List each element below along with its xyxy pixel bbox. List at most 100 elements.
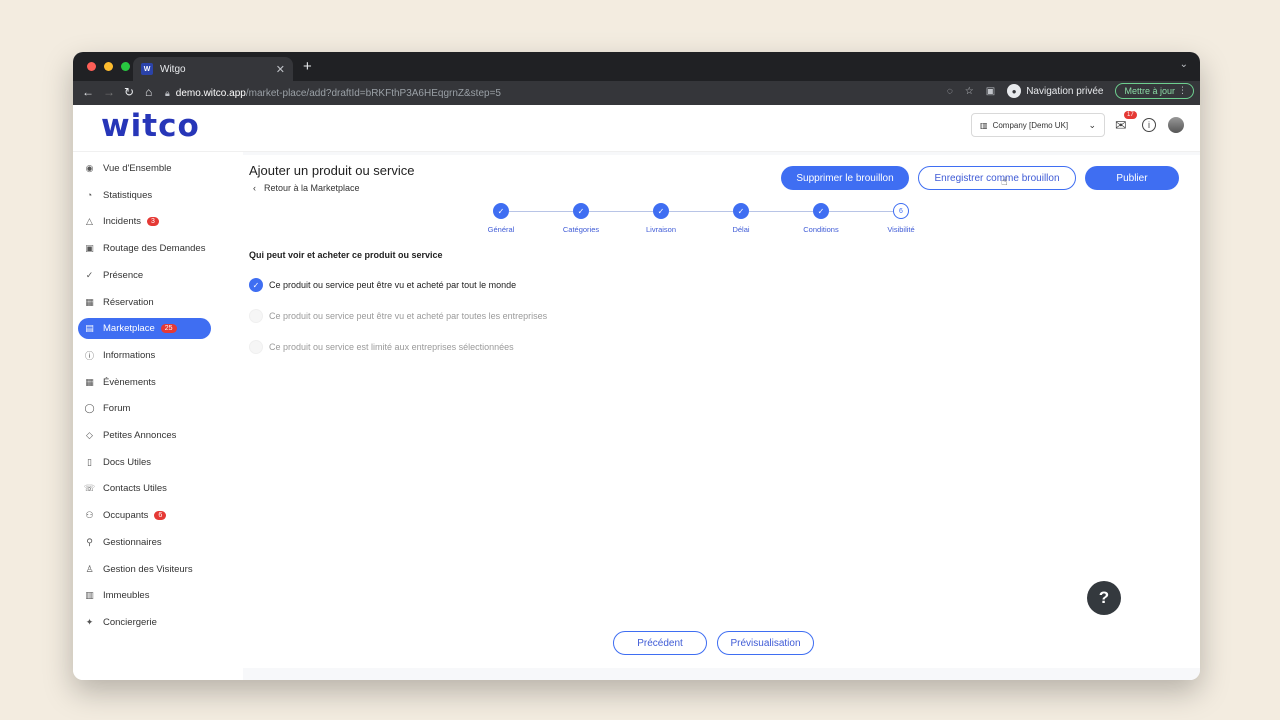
save-draft-button[interactable]: Enregistrer comme brouillon bbox=[918, 166, 1076, 190]
avatar[interactable] bbox=[1168, 117, 1184, 133]
previous-button[interactable]: Précédent bbox=[613, 631, 707, 655]
step-check-icon[interactable]: ✓ bbox=[573, 203, 589, 219]
eye-off-icon[interactable]: ◌ bbox=[947, 86, 953, 97]
sidebar-item[interactable]: ◔ Statistiques bbox=[78, 185, 211, 206]
star-icon[interactable]: ☆ bbox=[965, 86, 974, 97]
reload-icon[interactable]: ↻ bbox=[124, 85, 134, 99]
step-check-icon[interactable]: ✓ bbox=[733, 203, 749, 219]
window-controls bbox=[87, 62, 130, 71]
sidebar-item-label: Contacts Utiles bbox=[103, 483, 167, 495]
tab-search-icon[interactable]: ⌄ bbox=[1180, 59, 1188, 70]
preview-button[interactable]: Prévisualisation bbox=[717, 631, 814, 655]
pie-chart-icon: ◔ bbox=[86, 190, 93, 201]
step-connector bbox=[829, 211, 893, 212]
sidebar-item[interactable]: ♙ Gestion des Visiteurs bbox=[78, 559, 211, 580]
help-button[interactable]: ? bbox=[1087, 581, 1121, 615]
close-window-button[interactable] bbox=[87, 62, 96, 71]
sidebar-item[interactable]: ✓ Présence bbox=[78, 265, 211, 286]
sidebar-item[interactable]: ▥ Immeubles bbox=[78, 585, 211, 606]
sidebar-item[interactable]: ⚲ Gestionnaires bbox=[78, 532, 211, 553]
sidebar-item[interactable]: ◯ Forum bbox=[78, 398, 211, 419]
visibility-question: Qui peut voir et acheter ce produit ou s… bbox=[249, 250, 443, 260]
sidebar-item[interactable]: ☏ Contacts Utiles bbox=[78, 478, 211, 499]
sidebar-item[interactable]: ▯ Docs Utiles bbox=[78, 452, 211, 473]
concierge-icon: ✦ bbox=[85, 616, 94, 627]
minimize-window-button[interactable] bbox=[104, 62, 113, 71]
count-badge: 25 bbox=[160, 324, 177, 334]
sidebar-item-label: Évènements bbox=[103, 376, 156, 388]
main-content: Ajouter un produit ou service ‹ Retour à… bbox=[243, 152, 1200, 680]
sidebar-item-label: Forum bbox=[103, 403, 131, 415]
update-button[interactable]: Mettre à jour ⋮ bbox=[1115, 83, 1194, 99]
sidebar-item-label: Incidents bbox=[103, 216, 142, 228]
step-check-icon[interactable]: ✓ bbox=[493, 203, 509, 219]
delete-draft-button[interactable]: Supprimer le brouillon bbox=[781, 166, 909, 190]
info-icon[interactable]: i bbox=[1142, 118, 1156, 132]
hand-cursor-icon: ☝ bbox=[1001, 176, 1008, 188]
back-arrow-icon[interactable]: ← bbox=[82, 85, 94, 99]
sidebar-item[interactable]: ▦ Évènements bbox=[78, 372, 211, 393]
lock-icon: 🔒︎ bbox=[165, 87, 170, 98]
sidebar-item[interactable]: ▤ Marketplace 25 bbox=[78, 318, 211, 340]
sidebar-item-label: Petites Annonces bbox=[103, 430, 177, 441]
back-link-label: Retour à la Marketplace bbox=[264, 183, 360, 193]
visibility-option[interactable]: ✓ Ce produit ou service peut être vu et a… bbox=[249, 278, 516, 292]
home-icon[interactable]: ⌂ bbox=[145, 85, 152, 99]
sidebar-item[interactable]: ▦ Réservation bbox=[78, 292, 211, 313]
sidebar: ◉ Vue d'Ensemble ◔ Statistiques △ Incidents 3 ▣… bbox=[73, 152, 243, 680]
sidebar-item-label: Gestionnaires bbox=[103, 536, 162, 548]
favicon-icon: W bbox=[141, 63, 153, 75]
sidebar-item[interactable]: ⓘ Informations bbox=[78, 345, 211, 366]
radio-unchecked-icon[interactable] bbox=[249, 340, 263, 354]
sidebar-item[interactable]: ◉ Vue d'Ensemble bbox=[78, 158, 211, 179]
radio-checked-icon[interactable]: ✓ bbox=[249, 278, 263, 292]
visibility-option[interactable]: Ce produit ou service peut être vu et ac… bbox=[249, 309, 547, 323]
mail-badge: 17 bbox=[1124, 111, 1137, 119]
sidebar-item[interactable]: △ Incidents 3 bbox=[78, 211, 211, 232]
store-icon: ▤ bbox=[85, 323, 94, 334]
company-select[interactable]: ▥ Company [Demo UK] ⌄ bbox=[971, 113, 1105, 137]
witco-logo[interactable]: witco bbox=[101, 108, 200, 144]
browser-tab[interactable]: W Witgo ✕ bbox=[133, 57, 293, 81]
sidebar-item-label: Immeubles bbox=[103, 590, 150, 602]
radio-unchecked-icon[interactable] bbox=[249, 309, 263, 323]
more-icon[interactable]: ⋮ bbox=[1178, 85, 1187, 96]
incognito-icon: ● bbox=[1007, 84, 1022, 98]
manager-icon: ⚲ bbox=[86, 536, 93, 547]
forward-arrow-icon[interactable]: → bbox=[103, 85, 115, 99]
step-connector bbox=[669, 211, 733, 212]
step-check-icon[interactable]: ✓ bbox=[813, 203, 829, 219]
step-connector bbox=[589, 211, 653, 212]
step-check-icon[interactable]: ✓ bbox=[653, 203, 669, 219]
form-card: Ajouter un produit ou service ‹ Retour à… bbox=[243, 155, 1200, 668]
sidebar-item-label: Occupants bbox=[103, 510, 149, 522]
tab-strip: W Witgo ✕ + ⌄ bbox=[73, 52, 1200, 81]
step-number[interactable]: 6 bbox=[893, 203, 909, 219]
sidebar-icon[interactable]: ▣ bbox=[986, 86, 995, 97]
maximize-window-button[interactable] bbox=[121, 62, 130, 71]
toolbar-right: ◌ ☆ ▣ ● Navigation privée Mettre à jour … bbox=[947, 83, 1194, 99]
sidebar-item-label: Gestion des Visiteurs bbox=[103, 563, 193, 575]
sidebar-item[interactable]: ▣ Routage des Demandes bbox=[78, 238, 211, 259]
mail-icon[interactable]: ✉ bbox=[1115, 117, 1127, 134]
sidebar-item-label: Docs Utiles bbox=[103, 456, 152, 468]
sidebar-item[interactable]: ⚇ Occupants 6 bbox=[78, 505, 211, 526]
close-tab-icon[interactable]: ✕ bbox=[276, 63, 285, 76]
visibility-option[interactable]: Ce produit ou service est limité aux ent… bbox=[249, 340, 514, 354]
phone-icon: ☏ bbox=[83, 483, 96, 494]
update-label: Mettre à jour bbox=[1124, 86, 1175, 96]
calendar-icon: ▦ bbox=[85, 296, 94, 307]
document-icon: ▯ bbox=[87, 456, 92, 467]
option-label: Ce produit ou service peut être vu et ac… bbox=[269, 280, 517, 290]
publish-button[interactable]: Publier bbox=[1085, 166, 1179, 190]
new-tab-icon[interactable]: + bbox=[303, 58, 312, 75]
back-link[interactable]: ‹ Retour à la Marketplace bbox=[253, 183, 360, 193]
sidebar-item[interactable]: ✦ Conciergerie bbox=[78, 612, 211, 633]
sidebar-item-label: Informations bbox=[103, 349, 156, 361]
address-bar[interactable]: 🔒︎ demo.witco.app /market-place/add?draf… bbox=[165, 84, 945, 102]
step-connector bbox=[509, 211, 573, 212]
step-connector bbox=[749, 211, 813, 212]
browser-toolbar: ← → ↻ ⌂ 🔒︎ demo.witco.app /market-place/… bbox=[73, 81, 1200, 105]
sidebar-item[interactable]: ◇ Petites Annonces bbox=[78, 425, 211, 446]
private-mode-indicator[interactable]: ● Navigation privée bbox=[1007, 84, 1103, 98]
